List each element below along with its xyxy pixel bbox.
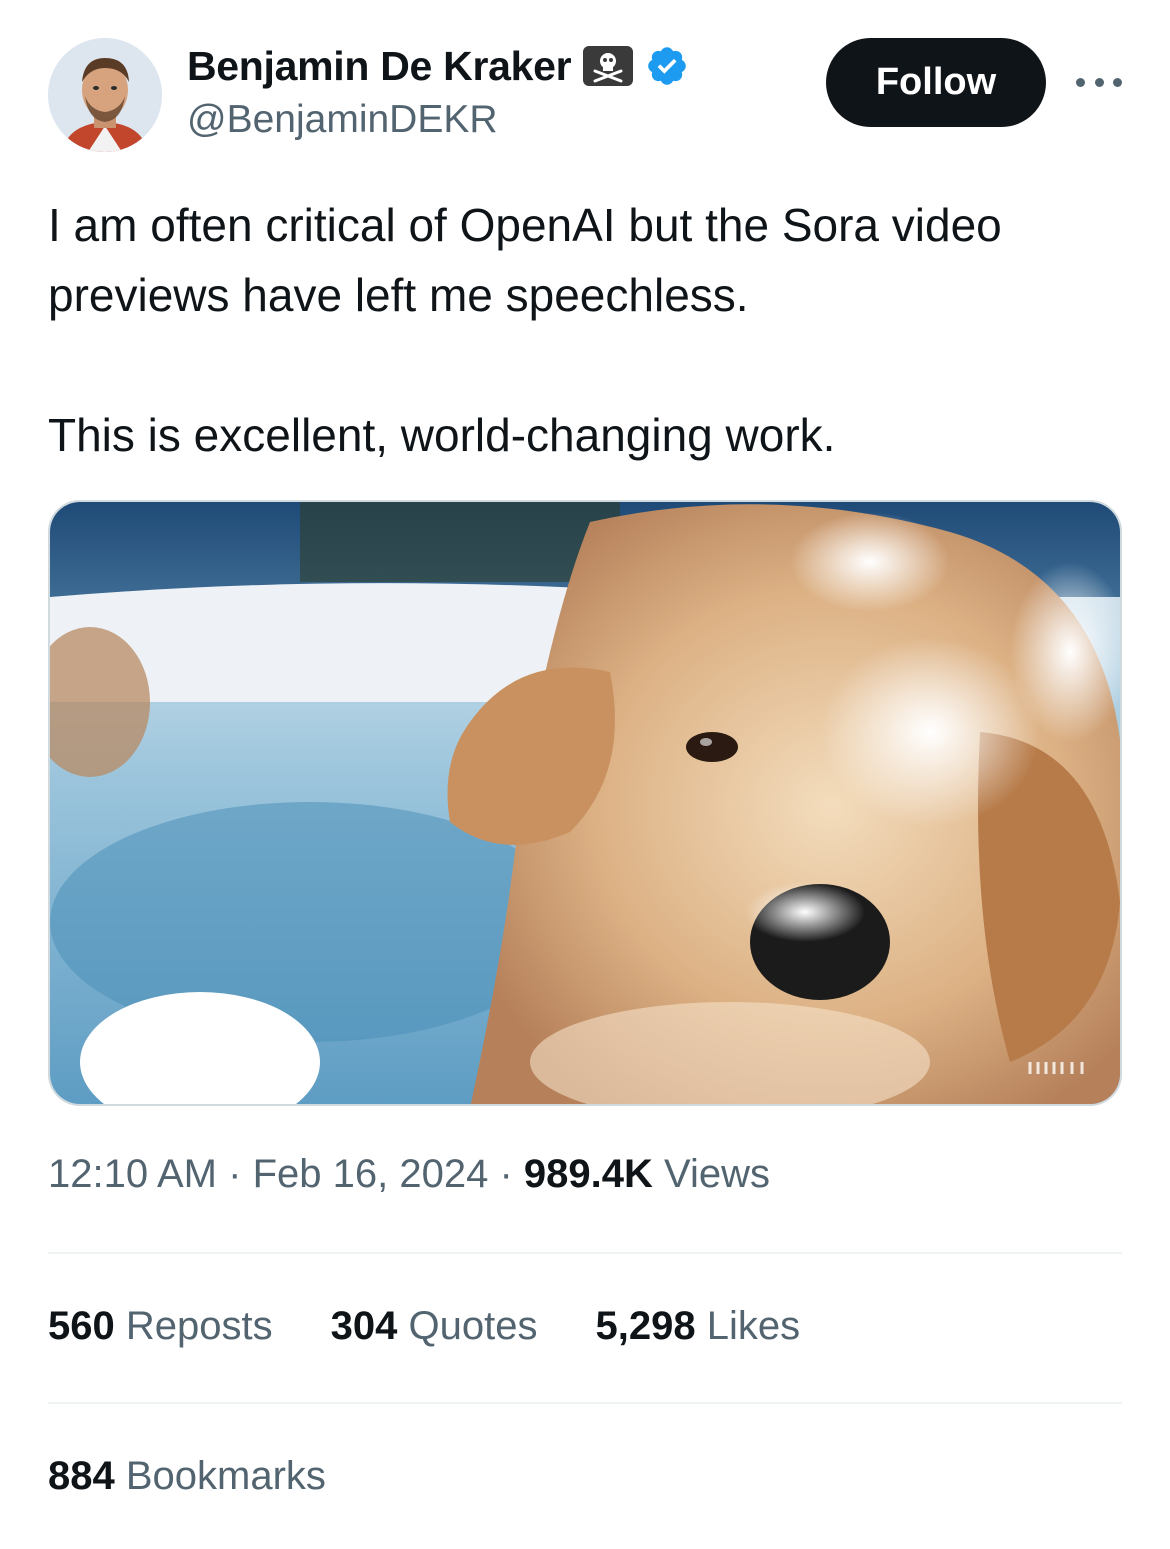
dot (1094, 77, 1104, 87)
bookmarks-stat[interactable]: 884 Bookmarks (48, 1454, 326, 1499)
avatar-image (48, 38, 162, 152)
reposts-stat[interactable]: 560 Reposts (48, 1304, 273, 1349)
dot (1113, 77, 1122, 87)
meta-separator: · (499, 1152, 513, 1196)
divider (48, 1402, 1122, 1404)
video-thumbnail[interactable] (48, 500, 1122, 1106)
bookmarks-label: Bookmarks (125, 1454, 326, 1498)
skull-crossbones-icon (583, 46, 634, 86)
tweet-line: This is excellent, world-changing work. (48, 409, 836, 461)
tweet-page: Benjamin De Kraker @BenjaminDEKR Follow … (0, 0, 1170, 1549)
video-preview-image (50, 502, 1120, 1104)
tweet-date[interactable]: Feb 16, 2024 (253, 1152, 489, 1196)
quotes-label: Quotes (408, 1304, 538, 1348)
dot (1076, 77, 1085, 87)
quotes-count: 304 (330, 1304, 398, 1348)
author-name[interactable]: Benjamin De Kraker (187, 43, 572, 90)
tweet-meta: 12:10 AM · Feb 16, 2024 · 989.4K Views (48, 1152, 770, 1197)
views-count: 989.4K (523, 1152, 653, 1196)
engagement-stats: 560 Reposts 304 Quotes 5,298 Likes (48, 1304, 800, 1349)
bookmarks-count: 884 (48, 1454, 115, 1498)
divider (48, 1252, 1122, 1254)
follow-button[interactable]: Follow (826, 38, 1046, 127)
likes-stat[interactable]: 5,298 Likes (595, 1304, 800, 1349)
tweet-line: previews have left me speechless. (48, 269, 749, 321)
verified-badge-icon (648, 47, 687, 85)
meta-separator: · (228, 1152, 242, 1196)
author-name-row: Benjamin De Kraker (187, 42, 689, 90)
views-label: Views (664, 1152, 771, 1196)
quotes-stat[interactable]: 304 Quotes (331, 1304, 538, 1349)
more-dots-icon[interactable] (1070, 62, 1128, 102)
likes-count: 5,298 (595, 1304, 696, 1348)
avatar[interactable] (48, 38, 162, 152)
reposts-label: Reposts (125, 1304, 273, 1348)
likes-label: Likes (706, 1304, 801, 1348)
tweet-time[interactable]: 12:10 AM (48, 1152, 217, 1196)
tweet-line: I am often critical of OpenAI but the So… (48, 199, 1002, 251)
tweet-text: I am often critical of OpenAI but the So… (48, 190, 1128, 470)
author-handle[interactable]: @BenjaminDEKR (187, 98, 498, 142)
reposts-count: 560 (48, 1304, 115, 1348)
